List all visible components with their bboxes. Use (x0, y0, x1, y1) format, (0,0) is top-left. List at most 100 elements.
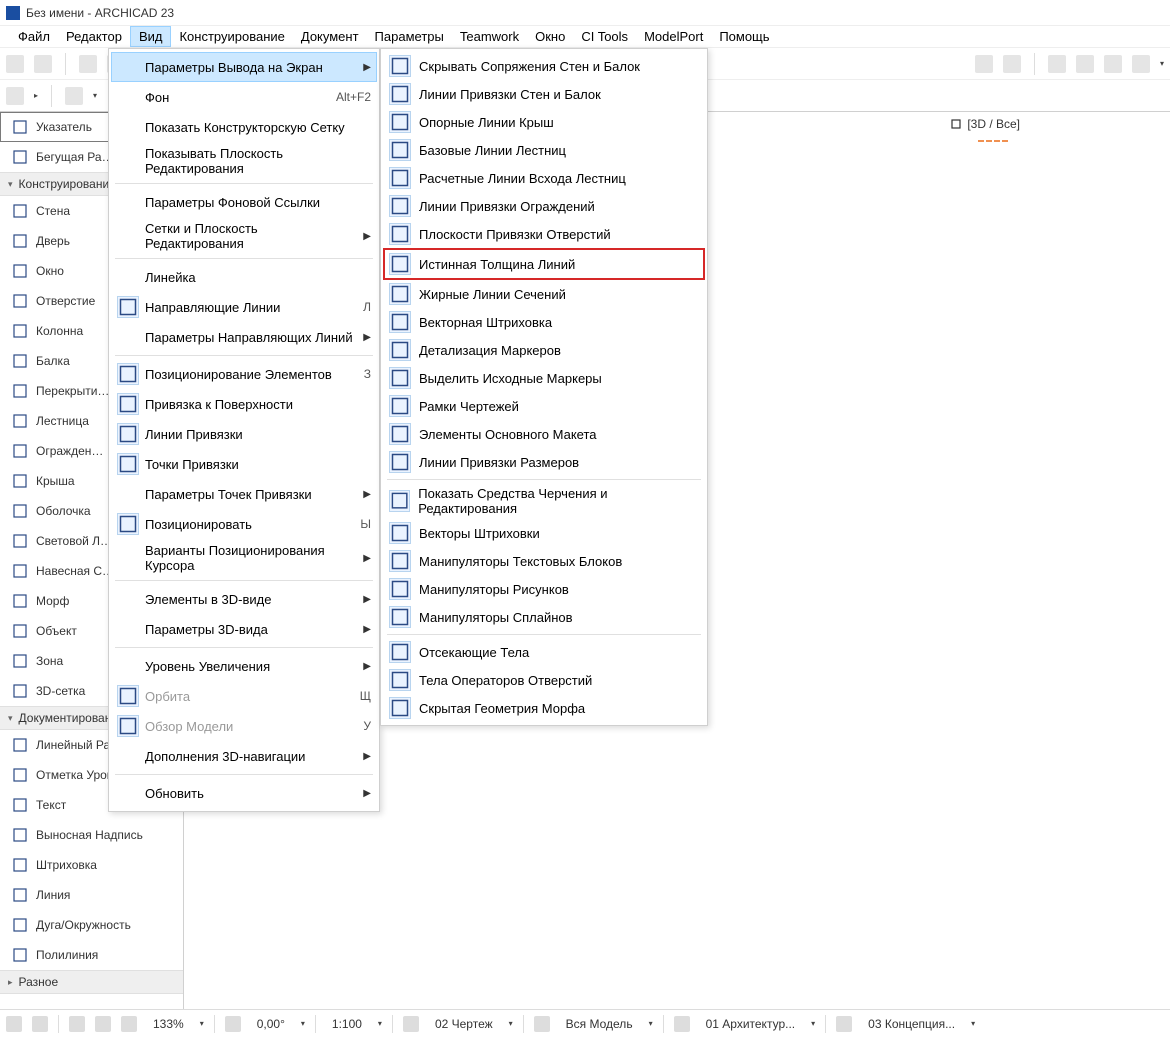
submenu-item[interactable]: Манипуляторы Сплайнов (383, 603, 705, 631)
tool-item[interactable]: Штриховка (0, 850, 183, 880)
menu-item[interactable]: Параметры Точек Привязки▶ (111, 479, 377, 509)
menu-item[interactable]: Линии Привязки (111, 419, 377, 449)
box-icon[interactable] (1132, 55, 1150, 73)
dropdown-caret-icon[interactable]: ▾ (301, 1019, 305, 1028)
sb-zoom-fit-icon[interactable] (95, 1016, 111, 1032)
submenu-item[interactable]: Показать Средства Черчения и Редактирова… (383, 483, 705, 519)
submenu-item[interactable]: Манипуляторы Текстовых Блоков (383, 547, 705, 575)
menu-item[interactable]: Параметры Фоновой Ссылки (111, 187, 377, 217)
dropdown-caret-icon[interactable]: ▸ (34, 91, 38, 100)
display-options-submenu[interactable]: Скрывать Сопряжения Стен и БалокЛинии Пр… (380, 48, 708, 726)
tool-item[interactable]: Дуга/Окружность (0, 910, 183, 940)
submenu-item[interactable]: Базовые Линии Лестниц (383, 136, 705, 164)
group-header[interactable]: ▸Разное (0, 970, 183, 994)
menu-item[interactable]: ПозиционироватьЫ (111, 509, 377, 539)
submenu-item[interactable]: Векторы Штриховки (383, 519, 705, 547)
sb-angle-icon[interactable] (225, 1016, 241, 1032)
submenu-item[interactable]: Тела Операторов Отверстий (383, 666, 705, 694)
nav-prev-icon[interactable] (975, 55, 993, 73)
sb-zoom-value[interactable]: 133% (147, 1017, 190, 1031)
submenu-item[interactable]: Плоскости Привязки Отверстий (383, 220, 705, 248)
sb-scale-value[interactable]: 1:100 (326, 1017, 368, 1031)
sb-model-value[interactable]: Вся Модель (560, 1017, 639, 1031)
menu-modelport[interactable]: ModelPort (636, 27, 711, 46)
search-icon[interactable] (79, 55, 97, 73)
menu-item[interactable]: Точки Привязки (111, 449, 377, 479)
menu-item[interactable]: Показать Конструкторскую Сетку (111, 112, 377, 142)
menu-окно[interactable]: Окно (527, 27, 573, 46)
sb-concept-icon[interactable] (836, 1016, 852, 1032)
menu-item[interactable]: Уровень Увеличения▶ (111, 651, 377, 681)
dropdown-caret-icon[interactable]: ▾ (649, 1019, 653, 1028)
menubar[interactable]: ФайлРедакторВидКонструированиеДокументПа… (0, 26, 1170, 48)
view-menu[interactable]: Параметры Вывода на Экран▶ФонAlt+F2Показ… (108, 48, 380, 812)
menu-item[interactable]: Линейка (111, 262, 377, 292)
submenu-item[interactable]: Рамки Чертежей (383, 392, 705, 420)
submenu-item[interactable]: Манипуляторы Рисунков (383, 575, 705, 603)
menu-item[interactable]: Параметры Направляющих Линий▶ (111, 322, 377, 352)
menu-item[interactable]: Элементы в 3D-виде▶ (111, 584, 377, 614)
sb-zoom-plus-icon[interactable] (121, 1016, 137, 1032)
tool-item[interactable]: Полилиния (0, 940, 183, 970)
menu-item[interactable]: Направляющие ЛинииЛ (111, 292, 377, 322)
view-tag-3d[interactable]: [3D / Все] (949, 117, 1020, 131)
menu-item[interactable]: Дополнения 3D-навигации▶ (111, 741, 377, 771)
sb-next-icon[interactable] (32, 1016, 48, 1032)
select-rect-icon[interactable] (65, 87, 83, 105)
redo-icon[interactable] (34, 55, 52, 73)
menu-документ[interactable]: Документ (293, 27, 367, 46)
submenu-item[interactable]: Скрытая Геометрия Морфа (383, 694, 705, 722)
dropdown-caret-icon[interactable]: ▾ (1160, 59, 1164, 68)
submenu-item[interactable]: Отсекающие Тела (383, 638, 705, 666)
sb-prev-icon[interactable] (6, 1016, 22, 1032)
dropdown-caret-icon[interactable]: ▾ (93, 91, 97, 100)
menu-вид[interactable]: Вид (130, 26, 172, 47)
menu-item[interactable]: Сетки и Плоскость Редактирования▶ (111, 217, 377, 255)
sb-concept-value[interactable]: 03 Концепция... (862, 1017, 961, 1031)
submenu-item[interactable]: Выделить Исходные Маркеры (383, 364, 705, 392)
submenu-item[interactable]: Жирные Линии Сечений (383, 280, 705, 308)
dropdown-caret-icon[interactable]: ▾ (509, 1019, 513, 1028)
sb-model-icon[interactable] (534, 1016, 550, 1032)
menu-редактор[interactable]: Редактор (58, 27, 130, 46)
menu-item[interactable]: Параметры Вывода на Экран▶ (111, 52, 377, 82)
sb-angle-value[interactable]: 0,00° (251, 1017, 291, 1031)
menu-item[interactable]: Привязка к Поверхности (111, 389, 377, 419)
dropdown-caret-icon[interactable]: ▾ (200, 1019, 204, 1028)
menu-item[interactable]: Варианты Позиционирования Курсора▶ (111, 539, 377, 577)
menu-item[interactable]: Параметры 3D-вида▶ (111, 614, 377, 644)
tool-item[interactable]: Выносная Надпись (0, 820, 183, 850)
shape-icon[interactable] (1104, 55, 1122, 73)
menu-параметры[interactable]: Параметры (367, 27, 452, 46)
submenu-item[interactable]: Линии Привязки Стен и Балок (383, 80, 705, 108)
menu-помощь[interactable]: Помощь (711, 27, 777, 46)
dropdown-caret-icon[interactable]: ▾ (378, 1019, 382, 1028)
submenu-item[interactable]: Элементы Основного Макета (383, 420, 705, 448)
sb-draft-value[interactable]: 02 Чертеж (429, 1017, 499, 1031)
dropdown-caret-icon[interactable]: ▾ (971, 1019, 975, 1028)
menu-ci tools[interactable]: CI Tools (573, 27, 636, 46)
menu-файл[interactable]: Файл (10, 27, 58, 46)
menu-item[interactable]: ФонAlt+F2 (111, 82, 377, 112)
submenu-item[interactable]: Линии Привязки Размеров (383, 448, 705, 476)
marquee-icon[interactable] (6, 87, 24, 105)
submenu-item[interactable]: Расчетные Линии Всхода Лестниц (383, 164, 705, 192)
submenu-item[interactable]: Линии Привязки Ограждений (383, 192, 705, 220)
sb-draft-icon[interactable] (403, 1016, 419, 1032)
dropdown-caret-icon[interactable]: ▾ (811, 1019, 815, 1028)
tool-item[interactable]: Линия (0, 880, 183, 910)
menu-item[interactable]: Позиционирование ЭлементовЗ (111, 359, 377, 389)
menu-item[interactable]: Обновить▶ (111, 778, 377, 808)
submenu-item[interactable]: Детализация Маркеров (383, 336, 705, 364)
layers-icon[interactable] (1048, 55, 1066, 73)
undo-icon[interactable] (6, 55, 24, 73)
menu-конструирование[interactable]: Конструирование (171, 27, 292, 46)
sb-arch-value[interactable]: 01 Архитектур... (700, 1017, 802, 1031)
submenu-item[interactable]: Скрывать Сопряжения Стен и Балок (383, 52, 705, 80)
submenu-item[interactable]: Истинная Толщина Линий (383, 248, 705, 280)
submenu-item[interactable]: Векторная Штриховка (383, 308, 705, 336)
eraser-icon[interactable] (1076, 55, 1094, 73)
menu-item[interactable]: Показывать Плоскость Редактирования (111, 142, 377, 180)
nav-next-icon[interactable] (1003, 55, 1021, 73)
sb-arch-icon[interactable] (674, 1016, 690, 1032)
